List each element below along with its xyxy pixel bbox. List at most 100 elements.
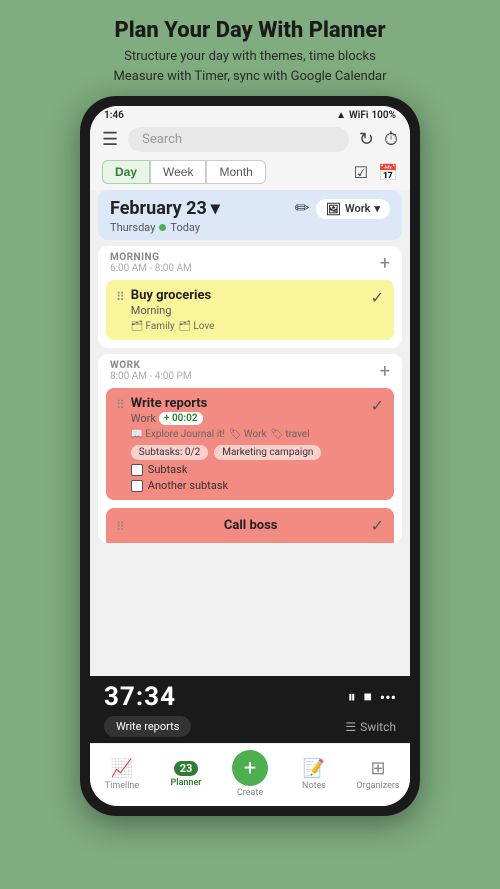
morning-task-check[interactable]: ✓ [371, 288, 384, 307]
marketing-badge: Marketing campaign [214, 445, 321, 460]
search-placeholder: Search [142, 132, 182, 147]
partial-task-check[interactable]: ✓ [371, 516, 384, 535]
bottom-nav: 📈 Timeline 23 Planner + Create 📝 Notes ⊞… [90, 743, 410, 806]
tab-month[interactable]: Month [206, 160, 265, 184]
organizers-icon: ⊞ [370, 758, 385, 779]
switch-button[interactable]: ☰ Switch [345, 720, 396, 734]
work-time: 8:00 AM - 4:00 PM [110, 371, 192, 382]
work-section: WORK 8:00 AM - 4:00 PM + ⠿ Write reports… [98, 354, 402, 543]
timer-pause-button[interactable]: ⏸ [348, 687, 356, 707]
subtask2-checkbox[interactable] [131, 480, 143, 492]
date-right: ✏ 🖼 Work ▾ [295, 198, 390, 219]
today-dot [159, 224, 166, 231]
search-bar[interactable]: Search [128, 127, 349, 152]
work-task-subtitle: Work + 00:02 [131, 412, 371, 425]
status-time: 1:46 [104, 110, 124, 121]
work-label: WORK [110, 360, 192, 371]
morning-task-top: ⠿ Buy groceries Morning 🗂 Family 🗂 [116, 288, 384, 332]
notes-icon: 📝 [303, 758, 325, 779]
timer-more-button[interactable]: ••• [380, 688, 396, 707]
subtasks-count-badge: Subtasks: 0/2 [131, 445, 208, 460]
phone-screen: 1:46 ▲ WiFi 100% ☰ Search ↻ ⏱ Day Week M… [90, 106, 410, 806]
work-tag-work: 🏷 Work [229, 429, 267, 440]
subtask1-checkbox[interactable] [131, 464, 143, 476]
work-badge[interactable]: 🖼 Work ▾ [316, 199, 390, 219]
work-tag-travel: 🏷 travel [271, 429, 310, 440]
nav-item-notes[interactable]: 📝 Notes [289, 758, 339, 791]
notes-label: Notes [302, 781, 326, 791]
morning-time: 6:00 AM - 8:00 AM [110, 263, 192, 274]
nav-icons: ↻ ⏱ [359, 129, 398, 150]
create-button[interactable]: + [232, 750, 268, 786]
calendar-icon[interactable]: 📅 [378, 163, 398, 182]
work-label-group: WORK 8:00 AM - 4:00 PM [110, 360, 192, 382]
work-task-card: ⠿ Write reports Work + 00:02 📖 Explore J… [106, 388, 394, 500]
signal-icon: ▲ [336, 110, 346, 121]
morning-drag-handle[interactable]: ⠿ [116, 290, 125, 304]
refresh-icon[interactable]: ↻ [359, 129, 374, 150]
subtask-2: Another subtask [131, 479, 371, 492]
switch-label: Switch [360, 720, 396, 734]
nav-item-create[interactable]: + Create [225, 750, 275, 798]
work-task-title: Write reports [131, 396, 371, 411]
work-tag-journal: 📖 Explore Journal it! [131, 429, 225, 440]
header-section: Plan Your Day With Planner Structure you… [94, 0, 407, 96]
morning-label: MORNING [110, 252, 192, 263]
work-task-subtasks: Subtasks: 0/2 Marketing campaign [131, 445, 371, 460]
tag2-icon: 🏷 [271, 429, 284, 440]
work-section-header: WORK 8:00 AM - 4:00 PM + [98, 354, 402, 384]
partial-drag-handle[interactable]: ⠿ [116, 520, 125, 534]
edit-icon[interactable]: ✏ [295, 198, 310, 219]
main-content: February 23 ▾ Thursday Today ✏ 🖼 Work ▾ [90, 190, 410, 676]
morning-label-group: MORNING 6:00 AM - 8:00 AM [110, 252, 192, 274]
timer-label-row: Write reports ☰ Switch [90, 716, 410, 743]
date-header: February 23 ▾ Thursday Today ✏ 🖼 Work ▾ [98, 190, 402, 240]
timer-controls: ⏸ ⏹ ••• [348, 687, 396, 707]
morning-task-card: ⠿ Buy groceries Morning 🗂 Family 🗂 [106, 280, 394, 340]
nav-item-organizers[interactable]: ⊞ Organizers [353, 758, 403, 791]
tag-icon: 🏷 [229, 429, 242, 440]
timer-task-label[interactable]: Write reports [104, 716, 191, 737]
work-drag-handle[interactable]: ⠿ [116, 398, 125, 412]
partial-task-title: Call boss [224, 518, 278, 533]
timer-display: 37:34 [104, 682, 176, 712]
chevron-icon[interactable]: ▾ [211, 198, 220, 219]
page-subtitle: Structure your day with themes, time blo… [114, 47, 387, 86]
planner-label: Planner [170, 778, 201, 788]
date-subtitle: Thursday Today [110, 221, 220, 234]
menu-icon[interactable]: ☰ [102, 129, 118, 150]
view-tabs: Day Week Month ☑ 📅 [90, 158, 410, 190]
status-bar: 1:46 ▲ WiFi 100% [90, 106, 410, 123]
subtask-1: Subtask [131, 463, 371, 476]
work-task-tags: 📖 Explore Journal it! 🏷 Work 🏷 travel [131, 429, 371, 440]
work-add-button[interactable]: + [380, 361, 390, 382]
morning-task-info: Buy groceries Morning 🗂 Family 🗂 Love [131, 288, 371, 332]
work-chevron-icon: ▾ [374, 202, 380, 215]
morning-tag-love: 🗂 Love [179, 321, 215, 332]
tab-day[interactable]: Day [102, 160, 150, 184]
work-img-icon: 🖼 [326, 202, 341, 216]
nav-item-planner[interactable]: 23 Planner [161, 761, 211, 788]
page-title: Plan Your Day With Planner [114, 18, 387, 43]
journal-icon: 📖 [131, 429, 143, 440]
work-task-info: Write reports Work + 00:02 📖 Explore Jou… [131, 396, 371, 492]
folder-icon: 🗂 [131, 321, 144, 332]
timer-icon[interactable]: ⏱ [384, 129, 398, 150]
work-task-check[interactable]: ✓ [371, 396, 384, 415]
morning-section-header: MORNING 6:00 AM - 8:00 AM + [98, 246, 402, 276]
timeline-icon: 📈 [111, 758, 133, 779]
timer-stop-button[interactable]: ⏹ [364, 687, 372, 707]
morning-task-subtitle: Morning [131, 304, 371, 317]
work-time-badge: + 00:02 [159, 412, 203, 425]
check-icon[interactable]: ☑ [354, 163, 368, 182]
status-right: ▲ WiFi 100% [336, 110, 396, 121]
morning-task-tags: 🗂 Family 🗂 Love [131, 321, 371, 332]
tab-icons: ☑ 📅 [354, 163, 398, 182]
morning-tag-family: 🗂 Family [131, 321, 175, 332]
timeline-label: Timeline [105, 781, 139, 791]
nav-item-timeline[interactable]: 📈 Timeline [97, 758, 147, 791]
morning-add-button[interactable]: + [380, 253, 390, 274]
battery-icon: 100% [371, 110, 396, 121]
tab-week[interactable]: Week [150, 160, 206, 184]
wifi-icon: WiFi [349, 110, 368, 121]
